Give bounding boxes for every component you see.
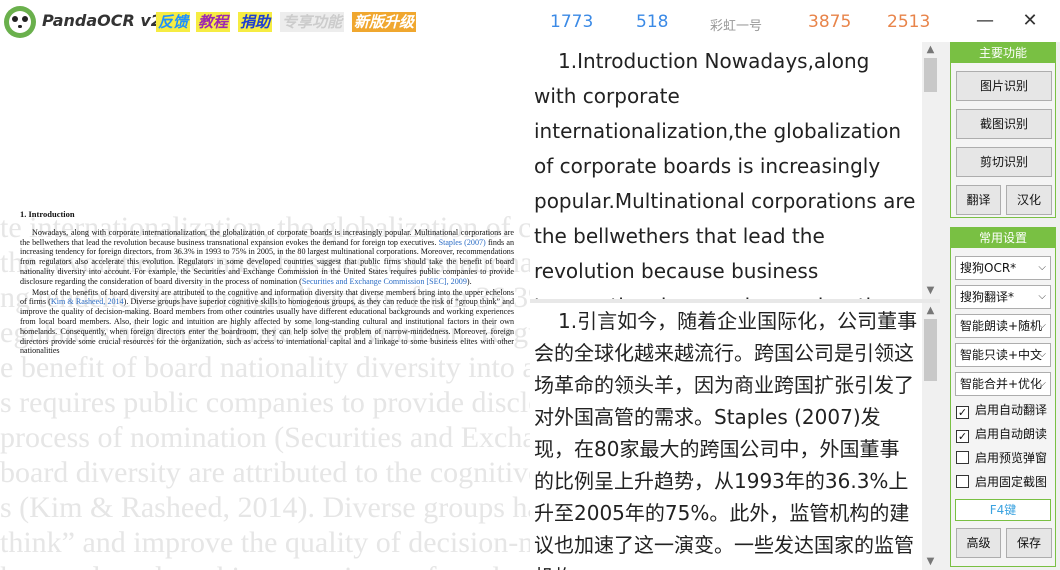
group-title: 常用设置 xyxy=(951,228,1055,248)
main-functions-group: 主要功能 图片识别 截图识别 剪切识别 翻译 汉化 xyxy=(950,42,1056,218)
read-only-select[interactable]: 智能只读+中文 ⌵ xyxy=(955,343,1051,367)
chevron-down-icon: ⌵ xyxy=(1038,349,1046,360)
save-button[interactable]: 保存 xyxy=(1006,528,1052,558)
chevron-down-icon: ⌵ xyxy=(1038,378,1046,389)
hanhua-button[interactable]: 汉化 xyxy=(1006,185,1052,215)
common-settings-group: 常用设置 搜狗OCR* ⌵ 搜狗翻译* ⌵ 智能朗读+随机 ⌵ 智能只读+中文 ⌵ 智能… xyxy=(950,227,1056,567)
checkbox-empty-icon xyxy=(956,475,969,488)
scroll-thumb[interactable] xyxy=(924,319,937,381)
title-bar: PandaOCR v2.6 反馈 教程 捐助 专享功能 新版升级 1773 51… xyxy=(0,0,1060,42)
image-ocr-button[interactable]: 图片识别 xyxy=(956,71,1052,101)
feedback-link[interactable]: 反馈 xyxy=(156,12,191,32)
scroll-up-icon[interactable]: ▲ xyxy=(922,42,939,58)
preview-popup-checkbox[interactable]: 启用预览弹窗 xyxy=(956,450,1047,466)
ocr-result-textbox[interactable]: 1.Introduction Nowadays,along with corpo… xyxy=(530,42,922,299)
translate-button[interactable]: 翻译 xyxy=(956,185,1001,215)
chevron-down-icon: ⌵ xyxy=(1038,320,1046,331)
stat-count-4: 2513 xyxy=(887,12,931,32)
read-mode-select[interactable]: 智能朗读+随机 ⌵ xyxy=(955,314,1051,338)
upgrade-link[interactable]: 新版升级 xyxy=(352,12,417,32)
tutorial-link[interactable]: 教程 xyxy=(196,12,231,32)
ocr-result-scrollbar[interactable]: ▲ ▼ xyxy=(922,42,939,299)
user-name: 彩虹一号 xyxy=(710,19,763,34)
checkbox-checked-icon: ✓ xyxy=(956,406,969,419)
group-title: 主要功能 xyxy=(951,43,1055,63)
control-panel: 主要功能 图片识别 截图识别 剪切识别 翻译 汉化 常用设置 搜狗OCR* ⌵ 搜… xyxy=(950,42,1060,570)
exclusive-features-link[interactable]: 专享功能 xyxy=(280,12,345,32)
scroll-down-icon[interactable]: ▼ xyxy=(922,283,939,299)
image-preview-pane: te internationalization, the globalizati… xyxy=(0,42,530,570)
merge-mode-select[interactable]: 智能合并+优化 ⌵ xyxy=(955,372,1051,396)
translation-result-text: 1.引言如今，随着企业国际化，公司董事会的全球化越来越流行。跨国公司是引领这场革… xyxy=(534,309,918,570)
captured-document: 1. Introduction Nowadays, along with cor… xyxy=(20,209,515,357)
ocr-engine-select[interactable]: 搜狗OCR* ⌵ xyxy=(955,256,1051,280)
clipboard-ocr-button[interactable]: 剪切识别 xyxy=(956,147,1052,177)
pandaocr-window: PandaOCR v2.6 反馈 教程 捐助 专享功能 新版升级 1773 51… xyxy=(0,0,1060,570)
stat-count-1: 1773 xyxy=(550,12,594,32)
scroll-thumb[interactable] xyxy=(924,58,937,92)
chevron-down-icon: ⌵ xyxy=(1038,262,1046,273)
donate-link[interactable]: 捐助 xyxy=(238,12,273,32)
scroll-up-icon[interactable]: ▲ xyxy=(922,303,939,319)
translation-result-scrollbar[interactable]: ▲ ▼ xyxy=(922,303,939,570)
checkbox-empty-icon xyxy=(956,451,969,464)
stat-count-3: 3875 xyxy=(808,12,852,32)
minimize-button[interactable]: — xyxy=(974,10,996,32)
scroll-down-icon[interactable]: ▼ xyxy=(922,554,939,570)
hotkey-field[interactable]: F4键 xyxy=(955,499,1051,521)
close-button[interactable]: ✕ xyxy=(1019,10,1041,32)
ocr-result-text: 1.Introduction Nowadays,along with corpo… xyxy=(534,49,916,299)
document-paragraph-2: Most of the benefits of board diversity … xyxy=(20,287,514,356)
translate-engine-select[interactable]: 搜狗翻译* ⌵ xyxy=(955,285,1051,309)
panda-logo-icon xyxy=(4,6,36,38)
stat-count-2: 518 xyxy=(636,12,669,32)
auto-translate-checkbox[interactable]: ✓ 启用自动翻译 xyxy=(956,402,1047,419)
fixed-screenshot-checkbox[interactable]: 启用固定截图 xyxy=(956,474,1047,490)
document-paragraph-1: Nowadays, along with corporate internati… xyxy=(20,227,515,286)
checkbox-checked-icon: ✓ xyxy=(956,430,969,443)
document-heading: 1. Introduction xyxy=(20,209,75,219)
translation-result-textbox[interactable]: 1.引言如今，随着企业国际化，公司董事会的全球化越来越流行。跨国公司是引领这场革… xyxy=(530,303,922,570)
advanced-button[interactable]: 高级 xyxy=(956,528,1001,558)
chevron-down-icon: ⌵ xyxy=(1038,291,1046,302)
screenshot-ocr-button[interactable]: 截图识别 xyxy=(956,109,1052,139)
auto-read-checkbox[interactable]: ✓ 启用自动朗读 xyxy=(956,426,1047,443)
